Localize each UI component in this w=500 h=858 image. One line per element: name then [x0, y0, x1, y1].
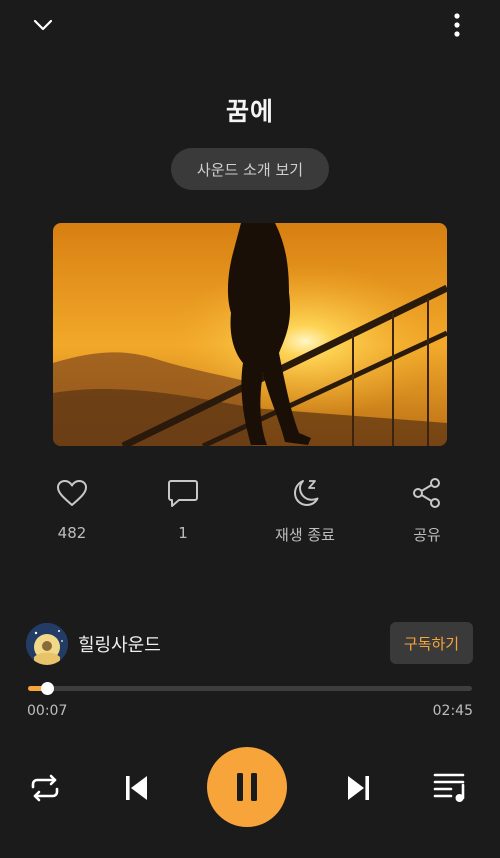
heart-icon[interactable] — [22, 474, 122, 512]
comment-count: 1 — [178, 524, 188, 542]
album-artwork — [53, 223, 447, 446]
pause-button[interactable] — [207, 747, 287, 827]
progress-track[interactable] — [28, 686, 472, 691]
progress-knob[interactable] — [41, 682, 54, 695]
next-track-icon[interactable] — [339, 768, 379, 808]
comment-icon[interactable] — [133, 474, 233, 512]
repeat-icon[interactable] — [25, 768, 65, 808]
share-action[interactable]: 공유 — [377, 474, 477, 545]
share-icon[interactable] — [377, 474, 477, 512]
more-options-icon[interactable] — [444, 8, 470, 42]
share-label: 공유 — [413, 526, 441, 544]
playlist-icon[interactable] — [430, 766, 472, 808]
pause-icon — [236, 772, 258, 802]
sleep-timer-action[interactable]: 재생 종료 — [255, 474, 355, 545]
previous-track-icon[interactable] — [116, 768, 156, 808]
moon-sleep-icon[interactable] — [255, 474, 355, 512]
channel-name[interactable]: 힐링사운드 — [78, 631, 161, 657]
channel-avatar[interactable] — [26, 623, 68, 665]
sound-intro-button[interactable]: 사운드 소개 보기 — [171, 148, 329, 190]
like-action[interactable]: 482 — [22, 474, 122, 542]
like-count: 482 — [57, 524, 87, 542]
collapse-chevron-down-icon[interactable] — [26, 10, 60, 40]
subscribe-button[interactable]: 구독하기 — [390, 622, 473, 664]
comment-action[interactable]: 1 — [133, 474, 233, 542]
track-title: 꿈에 — [225, 97, 274, 126]
duration-time: 02:45 — [432, 703, 473, 719]
elapsed-time: 00:07 — [27, 703, 68, 719]
sleep-timer-label: 재생 종료 — [275, 526, 335, 544]
